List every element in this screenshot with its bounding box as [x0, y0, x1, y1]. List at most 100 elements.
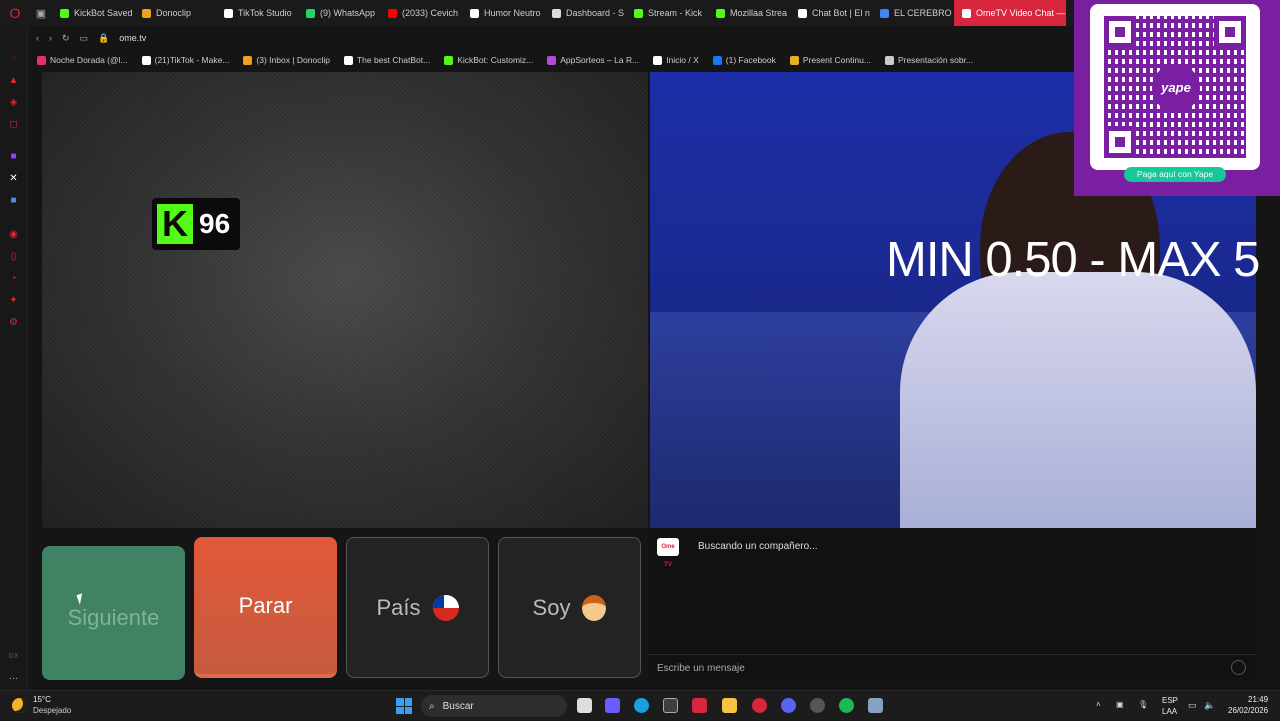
language-code[interactable]: ESP [1162, 696, 1178, 705]
bookmark-item[interactable]: KickBot: Customiz... [439, 55, 538, 65]
history-icon[interactable]: ◉ [7, 228, 20, 241]
bookmark-label: The best ChatBot... [356, 55, 431, 65]
bookmark-item[interactable]: (3) Inbox | Donoclip [238, 55, 335, 65]
chat-status: Buscando un compañero... [698, 541, 818, 552]
stop-button[interactable]: Parar [194, 537, 337, 678]
tab-2[interactable]: TikTok Studio [216, 0, 298, 26]
bookmark-item[interactable]: (1) Facebook [708, 55, 781, 65]
gender-label: Soy [532, 594, 571, 620]
bookmark-item[interactable]: Present Continu... [785, 55, 876, 65]
next-label: Siguiente [67, 605, 160, 630]
bookmark-item[interactable]: Inicio / X [648, 55, 704, 65]
spotify-icon[interactable] [839, 698, 854, 713]
emoji-icon[interactable] [1231, 660, 1246, 675]
tab-menu-icon[interactable]: ▣ [30, 7, 52, 20]
search-icon: ⌕ [429, 700, 435, 712]
extensions-icon[interactable]: ✦ [7, 294, 20, 307]
tab-10[interactable]: EL CEREBRO F [872, 0, 954, 26]
weather-temperature: 15°C [33, 695, 51, 704]
message-placeholder: Escribe un mensaje [657, 663, 745, 674]
next-button[interactable]: Siguiente [42, 546, 185, 680]
display-icon[interactable]: ▭ [1188, 700, 1197, 711]
bookmark-label: Presentación sobr... [897, 55, 974, 65]
bookmark-label: (1) Facebook [725, 55, 776, 65]
settings-taskbar-icon[interactable] [868, 698, 883, 713]
bookmarks-bar: Noche Dorada (@l... (21)TikTok - Make... (… [28, 50, 1078, 70]
weather-description: Despejado [33, 706, 72, 715]
bookmark-icon[interactable]: ▯ [7, 250, 20, 263]
url-field[interactable]: ome.tv [119, 33, 146, 43]
bookmark-item[interactable]: (21)TikTok - Make... [137, 55, 235, 65]
x-sidebar-icon[interactable]: ✕ [7, 172, 20, 185]
kick-viewer-count: 96 [199, 208, 231, 239]
language-region[interactable]: LAA [1162, 707, 1177, 716]
windows-start-icon[interactable] [396, 698, 412, 714]
clock-date[interactable]: 26/02/2026 [1228, 706, 1268, 715]
tiktok-icon [470, 8, 479, 18]
bookmark-label: KickBot: Customiz... [457, 55, 534, 65]
tab-8[interactable]: Mozillaa Strea [708, 0, 790, 26]
tray-chevron-icon[interactable]: ˄ [1096, 700, 1101, 709]
tab-5[interactable]: Humor Neutro [462, 0, 544, 26]
moon-weather-icon[interactable] [12, 698, 27, 713]
speed-dial-icon[interactable]: ◌ [7, 52, 20, 65]
app-sidebar-icon[interactable]: ■ [7, 194, 20, 207]
edge-icon[interactable] [634, 698, 649, 713]
tab-7[interactable]: Stream - Kick [626, 0, 708, 26]
camera-icon[interactable]: ▭ [80, 33, 89, 44]
clock-time[interactable]: 21:49 [1248, 695, 1268, 704]
stop-label: Parar [238, 592, 293, 618]
taskbar-search[interactable]: ⌕ Buscar [421, 695, 567, 717]
tray-app-icon[interactable]: ▣ [1116, 700, 1124, 709]
store-icon[interactable] [663, 698, 678, 713]
aria-icon[interactable]: ▲ [7, 74, 20, 87]
wps-icon[interactable] [692, 698, 707, 713]
message-input[interactable]: Escribe un mensaje [649, 654, 1256, 680]
qr-eye [1104, 126, 1136, 158]
country-button[interactable]: País [346, 537, 489, 678]
bookmark-item[interactable]: Presentación sobr... [880, 55, 978, 65]
tab-label: Mozillaa Strea [730, 8, 788, 18]
discord-icon[interactable] [781, 698, 796, 713]
reload-icon[interactable]: ↻ [62, 33, 70, 44]
tab-1[interactable]: Donoclip [134, 0, 216, 26]
tab-9[interactable]: Chat Bot | El n [790, 0, 872, 26]
tab-0[interactable]: KickBot Saved [52, 0, 134, 26]
kick-viewer-badge: 96 [152, 198, 240, 250]
task-view-icon[interactable] [577, 698, 592, 713]
obs-icon[interactable] [810, 698, 825, 713]
folder-icon[interactable] [722, 698, 737, 713]
gender-button[interactable]: Soy [498, 537, 641, 678]
more-icon[interactable]: … [7, 670, 20, 683]
bet-range-overlay: MIN 0.50 - MAX 5 [886, 233, 1260, 287]
gx-icon[interactable]: GX [7, 650, 20, 663]
tab-6[interactable]: Dashboard - S [544, 0, 626, 26]
copilot-icon[interactable] [605, 698, 620, 713]
country-label: País [376, 594, 421, 620]
bookmark-item[interactable]: AppSorteos – La R... [542, 55, 644, 65]
speaker-icon[interactable]: 🔈 [1204, 700, 1215, 711]
tab-4[interactable]: (2033) Cevich [380, 0, 462, 26]
opera-taskbar-icon[interactable] [752, 698, 767, 713]
opera-logo-icon[interactable]: O [0, 5, 30, 21]
instagram-sidebar-icon[interactable]: ◻ [7, 118, 20, 131]
ometv-icon [962, 8, 971, 18]
bookmark-item[interactable]: The best ChatBot... [339, 55, 435, 65]
messenger-icon[interactable]: ◈ [7, 96, 20, 109]
bookmark-item[interactable]: Noche Dorada (@l... [32, 55, 133, 65]
clock-icon[interactable]: ◔ [7, 272, 20, 285]
instagram-icon [37, 55, 46, 65]
twitch-icon[interactable]: ■ [7, 150, 20, 163]
back-icon[interactable]: ‹ [36, 33, 39, 43]
forward-icon[interactable]: › [49, 33, 52, 43]
microphone-icon[interactable]: 🎙 [1138, 700, 1148, 709]
settings-icon[interactable]: ⚙ [7, 316, 20, 329]
bookmark-label: AppSorteos – La R... [560, 55, 640, 65]
donoclip-icon [142, 8, 151, 18]
x-icon [653, 55, 663, 65]
tab-3[interactable]: (9) WhatsApp [298, 0, 380, 26]
bookmark-label: (3) Inbox | Donoclip [256, 55, 330, 65]
qr-eye [1214, 16, 1246, 48]
tab-11[interactable]: OmeTV Video Chat — Or [954, 0, 1066, 26]
bookmark-label: Inicio / X [666, 55, 699, 65]
